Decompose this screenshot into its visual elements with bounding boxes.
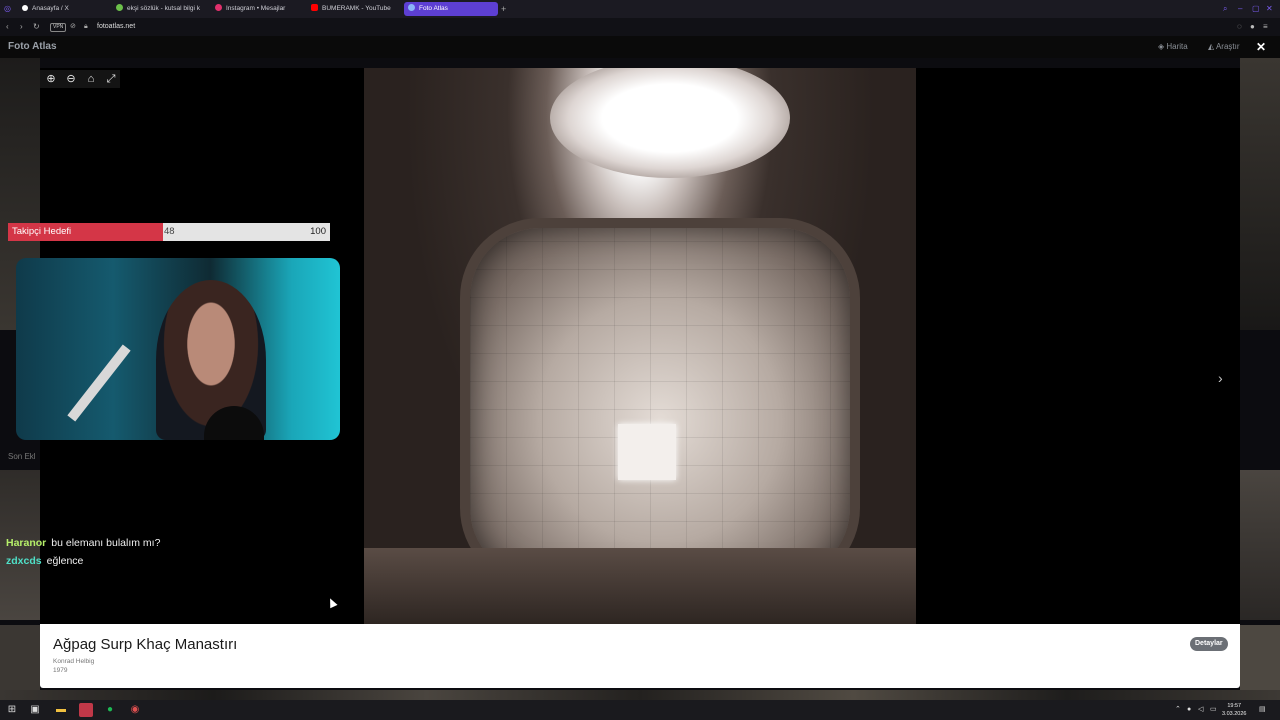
background-thumbnail (1240, 625, 1280, 690)
guitar-shape (67, 344, 131, 422)
zoom-toolbar: ⊕ ⊖ ⌂ ⤢ (40, 70, 120, 88)
new-tab-button[interactable]: + (501, 2, 506, 16)
volume-icon[interactable]: ◁ (1198, 700, 1203, 720)
clock-time: 19:57 (1227, 703, 1242, 709)
section-recent-label: Son Ekl (8, 452, 36, 461)
explore-link[interactable]: ◭ Araştır (1208, 36, 1240, 58)
browser-tab-bar: ◎ Anasayfa / X ekşi sözlük - kutsal bilg… (0, 0, 1280, 18)
foto-atlas-icon (408, 4, 415, 11)
follower-goal-bar: Takipçi Hedefi 48 100 (8, 223, 330, 241)
notifications-icon[interactable]: ▤ (1259, 700, 1266, 720)
fullscreen-icon[interactable]: ⤢ (104, 72, 118, 86)
network-icon[interactable]: ▭ (1210, 700, 1217, 720)
vpn-badge[interactable]: VPN (50, 23, 67, 32)
messenger-icon[interactable]: ◌ (1237, 18, 1242, 36)
follower-goal-label: Takipçi Hedefi (12, 226, 72, 237)
instagram-icon (215, 4, 222, 11)
address-bar: ‹ › ↻ VPN ⊘ 🔒︎ fotoatlas.net ◌ ● ≡ (0, 18, 1280, 36)
photo-year: 1979 (53, 667, 68, 674)
menu-icon[interactable]: ≡ (1263, 18, 1268, 36)
dome-oculus (550, 68, 790, 178)
next-photo-icon[interactable]: › (1218, 370, 1223, 386)
file-explorer-icon[interactable]: ▬ (54, 703, 68, 717)
tab-x[interactable]: Anasayfa / X (22, 2, 102, 16)
center-skylight (618, 424, 676, 480)
webcam-overlay (16, 258, 340, 440)
clock-date: 3.03.2026 (1222, 711, 1247, 717)
photo-caption: Ağpag Surp Khaç Manastırı Konrad Helbig … (40, 624, 1240, 688)
obs-icon[interactable]: ◉ (128, 703, 142, 717)
tab-foto-atlas[interactable]: Foto Atlas (404, 2, 498, 16)
reload-icon[interactable]: ↻ (33, 18, 40, 36)
browser-logo-icon[interactable]: ◎ (4, 2, 11, 16)
chat-text: bu elemanı bulalım mı? (51, 537, 161, 549)
url-field[interactable]: fotoatlas.net (97, 18, 135, 36)
x-icon (22, 5, 28, 11)
site-header: Foto Atlas ◈ Harita ◭ Araştır ✕ (0, 36, 1280, 58)
follower-goal-max: 100 (310, 226, 326, 237)
tracker-shield-icon[interactable]: ⊘ (70, 18, 76, 36)
lock-icon[interactable]: 🔒︎ (84, 18, 88, 36)
background-thumbnail (1240, 58, 1280, 330)
youtube-icon (311, 4, 318, 11)
close-lightbox-icon[interactable]: ✕ (1256, 36, 1266, 58)
tab-youtube[interactable]: BUMERAMK - YouTube (311, 2, 401, 16)
profile-icon[interactable]: ● (1250, 18, 1255, 36)
chat-message: Haranor bu elemanı bulalım mı? (6, 537, 160, 549)
start-icon[interactable]: ⊞ (5, 703, 19, 717)
map-link[interactable]: ◈ Harita (1158, 36, 1188, 58)
lower-wall (364, 548, 916, 624)
follower-goal-current: 48 (164, 226, 175, 237)
photo-title: Ağpag Surp Khaç Manastırı (53, 636, 238, 653)
site-title[interactable]: Foto Atlas (8, 36, 57, 58)
mic-icon[interactable]: ● (1187, 700, 1191, 720)
stone-vault (460, 218, 860, 588)
background-thumbnail (1240, 470, 1280, 620)
forward-icon[interactable]: › (20, 18, 23, 36)
tray-expand-icon[interactable]: ⌃ (1175, 700, 1181, 720)
chat-username: zdxcds (6, 555, 42, 567)
task-view-icon[interactable]: ▣ (28, 703, 42, 717)
back-icon[interactable]: ‹ (6, 18, 9, 36)
chat-text: eğlence (46, 555, 84, 567)
background-thumbnail (0, 625, 40, 690)
zoom-in-icon[interactable]: ⊕ (44, 72, 58, 86)
spotify-icon[interactable]: ● (103, 703, 117, 717)
photo-author: Konrad Helbig (53, 658, 95, 665)
explore-icon: ◭ (1208, 42, 1216, 51)
tab-instagram[interactable]: Instagram • Mesajlar (215, 2, 305, 16)
background-thumbnail-strip (0, 690, 1280, 700)
os-taskbar: ⊞ ▣ ▬ ● ◉ ⌃ ● ◁ ▭ 19:57 3.03.2026 ▤ (0, 700, 1280, 720)
home-icon[interactable]: ⌂ (84, 72, 98, 86)
close-window-icon[interactable]: ✕ (1266, 2, 1273, 16)
zoom-out-icon[interactable]: ⊖ (64, 72, 78, 86)
browser-taskbar-icon[interactable] (79, 703, 93, 717)
monastery-photo[interactable] (364, 68, 916, 624)
tab-eksi[interactable]: ekşi sözlük - kutsal bilgi k (116, 2, 204, 16)
system-clock[interactable]: 19:57 3.03.2026 (1222, 702, 1246, 718)
chat-username: Haranor (6, 537, 47, 549)
chat-message: zdxcds eğlence (6, 555, 83, 567)
eksi-icon (116, 4, 123, 11)
maximize-icon[interactable]: ▢ (1252, 2, 1260, 16)
minimize-icon[interactable]: – (1238, 2, 1242, 16)
details-button[interactable]: Detaylar (1190, 637, 1228, 651)
search-tabs-icon[interactable]: ⌕ (1223, 2, 1227, 16)
